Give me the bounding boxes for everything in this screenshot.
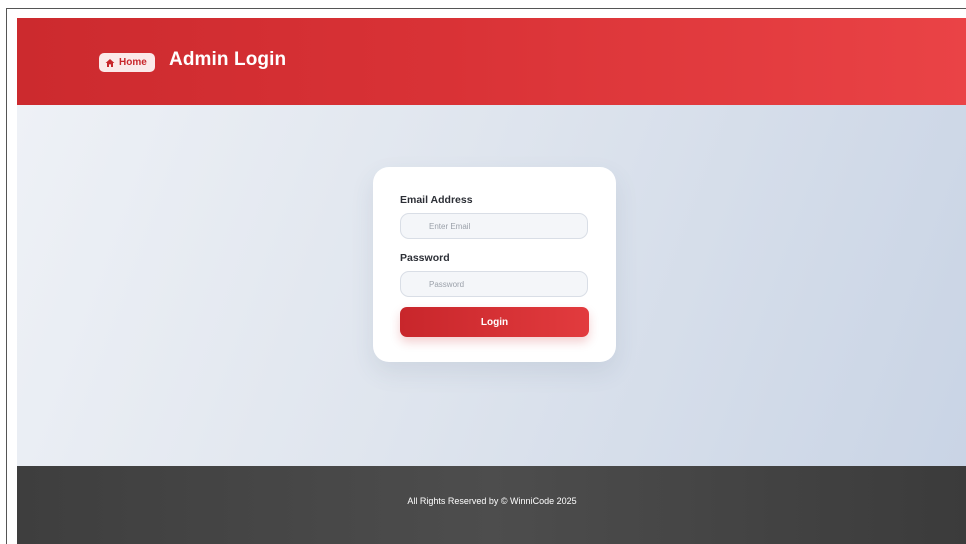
footer-copyright: All Rights Reserved by © WinniCode 2025	[407, 496, 577, 506]
home-button[interactable]: Home	[99, 53, 155, 72]
email-input[interactable]	[400, 213, 588, 239]
home-button-label: Home	[119, 57, 147, 68]
browser-viewport: Home Admin Login Email Address Password …	[6, 8, 966, 544]
email-label: Email Address	[400, 194, 473, 206]
page-title: Admin Login	[169, 49, 287, 70]
header-bar: Home Admin Login	[17, 18, 966, 105]
footer: All Rights Reserved by © WinniCode 2025	[17, 466, 966, 544]
password-label: Password	[400, 252, 450, 264]
login-button[interactable]: Login	[400, 307, 589, 337]
password-input[interactable]	[400, 271, 588, 297]
home-icon	[105, 58, 115, 68]
login-card: Email Address Password Login	[373, 167, 616, 362]
main-content: Email Address Password Login	[17, 105, 966, 466]
